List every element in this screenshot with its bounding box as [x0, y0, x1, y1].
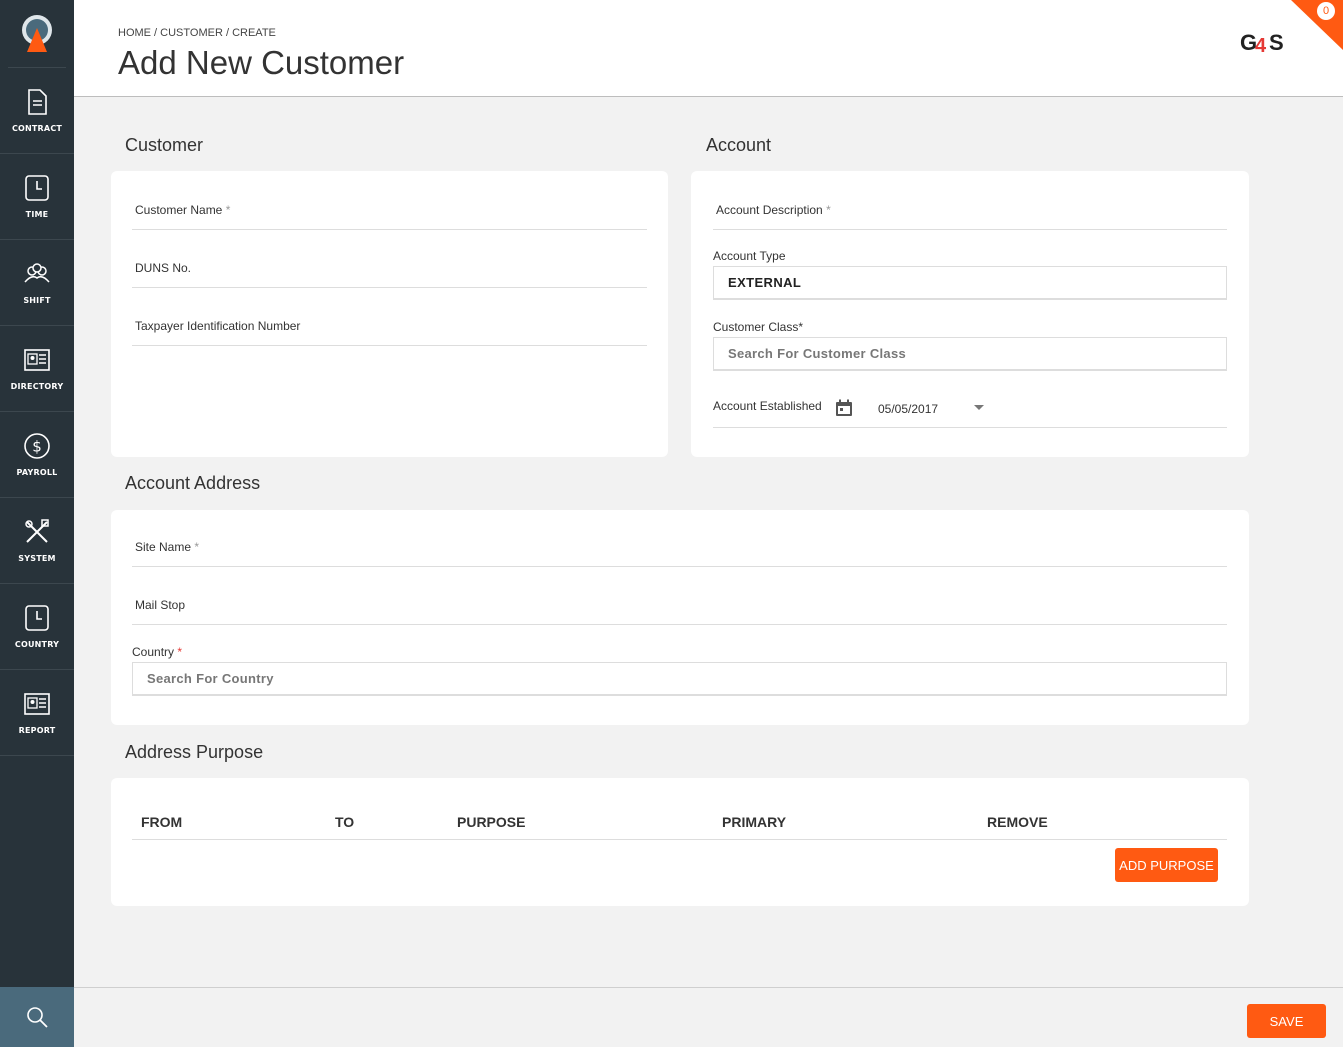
svg-text:4: 4: [1255, 35, 1267, 57]
site-name-label: Site Name: [135, 540, 192, 554]
page-footer: [74, 987, 1343, 1047]
search-icon: [27, 1007, 48, 1028]
taxpayer-id-label: Taxpayer Identification Number: [135, 319, 301, 333]
id-card-icon: [24, 693, 50, 715]
required-asterisk: *: [225, 203, 231, 217]
customer-card: Customer Name * DUNS No. Taxpayer Identi…: [111, 171, 668, 457]
page-header: HOME / CUSTOMER / CREATE Add New Custome…: [74, 0, 1343, 97]
table-header-divider: [132, 839, 1227, 840]
sidebar-item-system[interactable]: SYSTEM: [0, 498, 74, 584]
sidebar-item-label: DIRECTORY: [10, 382, 64, 391]
address-card: Site Name * Mail Stop Country * Search F…: [111, 510, 1249, 725]
site-name-field[interactable]: Site Name *: [132, 526, 1227, 567]
sidebar-item-label: SYSTEM: [18, 554, 56, 563]
country-label: Country: [132, 645, 175, 659]
column-header-remove: REMOVE: [987, 814, 1048, 830]
add-purpose-button[interactable]: ADD PURPOSE: [1115, 848, 1218, 882]
page-title: Add New Customer: [118, 44, 405, 81]
required-asterisk: *: [177, 645, 183, 659]
account-established-date[interactable]: 05/05/2017: [878, 402, 938, 416]
customer-class-search-input[interactable]: Search For Customer Class: [713, 337, 1227, 371]
taxpayer-id-field[interactable]: Taxpayer Identification Number: [132, 305, 647, 346]
column-header-to: TO: [335, 814, 355, 830]
sidebar-item-report[interactable]: REPORT: [0, 670, 74, 756]
breadcrumb[interactable]: HOME / CUSTOMER / CREATE: [118, 27, 276, 39]
customer-name-field[interactable]: Customer Name *: [132, 189, 647, 230]
dollar-icon: $: [24, 433, 50, 459]
notification-corner[interactable]: 0: [1291, 0, 1343, 50]
customer-class-placeholder: Search For Customer Class: [728, 346, 907, 361]
sidebar-item-label: SHIFT: [23, 296, 51, 305]
account-description-label: Account Description: [716, 203, 823, 217]
clock-icon: [25, 605, 49, 631]
account-type-select[interactable]: EXTERNAL: [713, 266, 1227, 300]
sidebar-item-directory[interactable]: DIRECTORY: [0, 326, 74, 412]
sidebar-item-label: PAYROLL: [16, 468, 58, 477]
column-header-purpose: PURPOSE: [457, 814, 526, 830]
account-section-title: Account: [706, 135, 772, 155]
tools-icon: [25, 519, 49, 543]
sidebar: CONTRACT TIME SHIFT DIRECTORY $ PAYROLL …: [0, 0, 74, 1047]
clock-icon: [25, 175, 49, 201]
account-type-value: EXTERNAL: [728, 275, 802, 290]
account-card: Account Description * Account Type EXTER…: [691, 171, 1249, 457]
sidebar-item-label: TIME: [25, 210, 49, 219]
sidebar-item-time[interactable]: TIME: [0, 154, 74, 240]
save-button[interactable]: SAVE: [1247, 1004, 1326, 1038]
calendar-icon[interactable]: [835, 399, 853, 417]
sidebar-item-shift[interactable]: SHIFT: [0, 240, 74, 326]
account-established-label: Account Established: [713, 399, 822, 413]
column-header-primary: PRIMARY: [722, 814, 787, 830]
address-section-title: Account Address: [125, 473, 261, 493]
duns-label: DUNS No.: [135, 261, 192, 275]
sidebar-item-label: COUNTRY: [14, 640, 60, 649]
chevron-down-icon[interactable]: [974, 405, 984, 411]
sidebar-item-label: CONTRACT: [11, 124, 63, 133]
purpose-section-title: Address Purpose: [125, 742, 264, 762]
id-card-icon: [24, 349, 50, 371]
required-asterisk: *: [826, 203, 831, 217]
country-search-input[interactable]: Search For Country: [132, 662, 1227, 696]
country-placeholder: Search For Country: [147, 671, 274, 686]
sidebar-item-payroll[interactable]: $ PAYROLL: [0, 412, 74, 498]
customer-class-label: Customer Class*: [713, 320, 804, 334]
duns-field[interactable]: DUNS No.: [132, 247, 647, 288]
sidebar-item-label: REPORT: [18, 726, 56, 735]
purpose-card: [111, 778, 1249, 906]
mail-stop-field[interactable]: Mail Stop: [132, 584, 1227, 625]
app-logo-icon: [22, 14, 52, 52]
notification-count: 0: [1317, 2, 1335, 20]
account-established-field: Account Established 05/05/2017: [713, 389, 1227, 428]
sidebar-item-country[interactable]: COUNTRY: [0, 584, 74, 670]
required-asterisk: *: [194, 540, 200, 554]
people-icon: [24, 263, 50, 283]
svg-text:$: $: [32, 438, 42, 456]
customer-name-label: Customer Name: [135, 203, 223, 217]
column-header-from: FROM: [141, 814, 183, 830]
sidebar-item-contract[interactable]: CONTRACT: [0, 68, 74, 154]
g4s-logo-icon: G 4 S: [1240, 30, 1284, 57]
svg-text:S: S: [1269, 30, 1284, 55]
document-icon: [28, 89, 47, 115]
mail-stop-label: Mail Stop: [135, 598, 186, 612]
app-logo[interactable]: [8, 0, 66, 68]
customer-section-title: Customer: [125, 135, 204, 155]
account-description-field[interactable]: Account Description *: [713, 189, 1227, 230]
account-type-label: Account Type: [713, 249, 786, 263]
sidebar-search-button[interactable]: [0, 987, 74, 1047]
